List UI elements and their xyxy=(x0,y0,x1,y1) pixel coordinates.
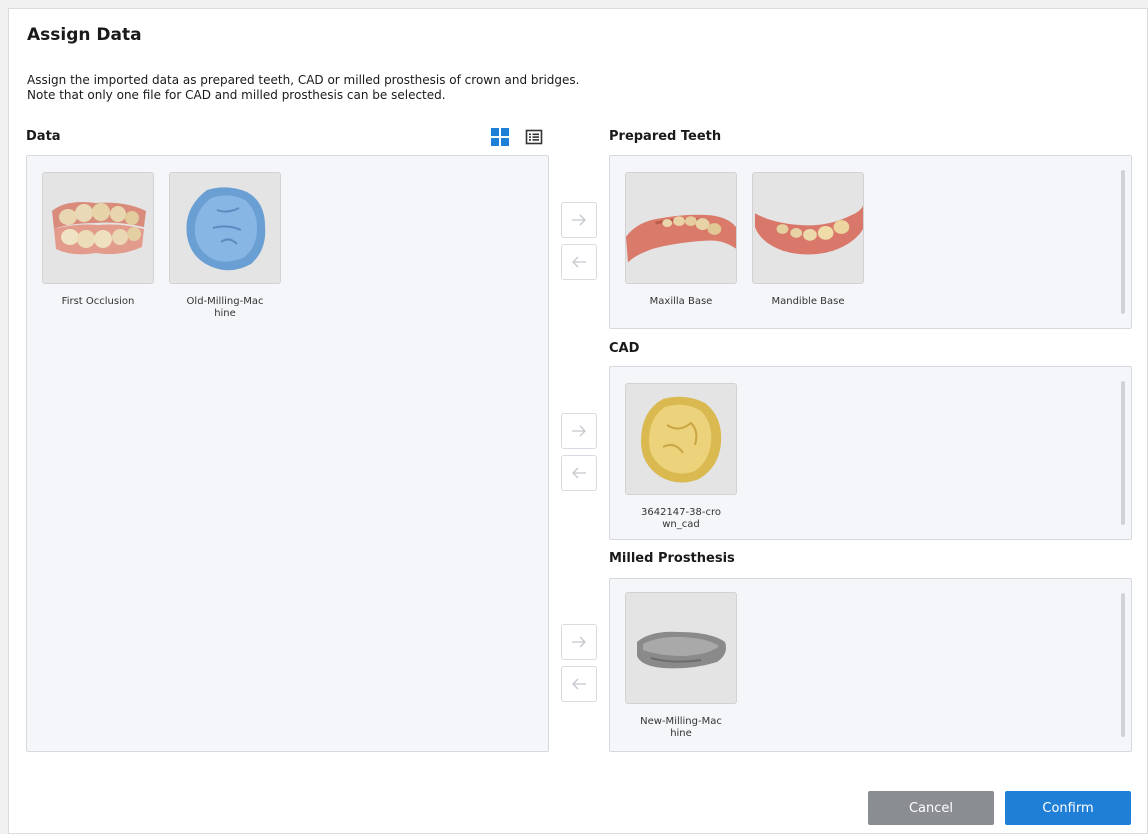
maxilla-scan-icon xyxy=(625,172,737,284)
cad-item-crown-cad[interactable]: 3642147-38-cro wn_cad xyxy=(625,383,739,531)
list-view-icon[interactable] xyxy=(524,127,544,147)
remove-from-prepared-teeth-button[interactable] xyxy=(561,244,597,280)
move-to-prepared-teeth-button[interactable] xyxy=(561,202,597,238)
description-line-1: Assign the imported data as prepared tee… xyxy=(27,73,580,87)
move-to-milled-prosthesis-button[interactable] xyxy=(561,624,597,660)
cad-label: CAD xyxy=(609,341,640,356)
data-section-label: Data xyxy=(26,129,61,144)
prepared-item-label: Mandible Base xyxy=(771,296,845,307)
arrow-left-icon xyxy=(572,467,586,479)
prepared-item-mandible-base[interactable]: Mandible Base xyxy=(752,172,866,308)
move-to-cad-button[interactable] xyxy=(561,413,597,449)
cad-panel[interactable]: 3642147-38-cro wn_cad xyxy=(609,366,1132,540)
data-item-label: First Occlusion xyxy=(61,296,135,307)
data-item-first-occlusion[interactable]: First Occlusion xyxy=(42,172,156,308)
milled-prosthesis-scrollbar[interactable] xyxy=(1121,593,1125,737)
prepared-item-maxilla-base[interactable]: Maxilla Base xyxy=(625,172,739,308)
blue-crown-model-icon xyxy=(169,172,281,284)
arrow-left-icon xyxy=(572,678,586,690)
arrow-right-icon xyxy=(572,425,586,437)
arrow-left-icon xyxy=(572,256,586,268)
milled-item-label: New-Milling-Mac hine xyxy=(640,716,722,739)
mandible-scan-icon xyxy=(752,172,864,284)
prepared-teeth-scrollbar[interactable] xyxy=(1121,170,1125,314)
prepared-item-label: Maxilla Base xyxy=(649,296,713,307)
arrow-right-icon xyxy=(572,214,586,226)
remove-from-cad-button[interactable] xyxy=(561,455,597,491)
milled-prosthesis-label: Milled Prosthesis xyxy=(609,551,735,566)
prepared-teeth-panel[interactable]: Maxilla Base Mandible Base xyxy=(609,155,1132,329)
cad-item-label: 3642147-38-cro wn_cad xyxy=(641,507,721,530)
data-item-old-milling-machine[interactable]: Old-Milling-Mac hine xyxy=(169,172,283,320)
remove-from-milled-prosthesis-button[interactable] xyxy=(561,666,597,702)
yellow-crown-model-icon xyxy=(625,383,737,495)
dialog-description: Assign the imported data as prepared tee… xyxy=(27,73,579,103)
cad-scrollbar[interactable] xyxy=(1121,381,1125,525)
data-item-label: Old-Milling-Mac hine xyxy=(186,296,264,319)
occlusion-model-icon xyxy=(42,172,154,284)
prepared-teeth-label: Prepared Teeth xyxy=(609,129,722,144)
milled-prosthesis-panel[interactable]: New-Milling-Mac hine xyxy=(609,578,1132,752)
description-line-2: Note that only one file for CAD and mill… xyxy=(27,88,446,102)
data-panel[interactable]: First Occlusion Old-Milling-Mac hine xyxy=(26,155,549,752)
confirm-button[interactable]: Confirm xyxy=(1005,791,1131,825)
gray-crown-model-icon xyxy=(625,592,737,704)
grid-view-icon[interactable] xyxy=(490,127,510,147)
arrow-right-icon xyxy=(572,636,586,648)
milled-item-new-milling-machine[interactable]: New-Milling-Mac hine xyxy=(625,592,739,740)
dialog-title: Assign Data xyxy=(27,25,142,45)
view-toggle xyxy=(490,127,544,147)
cancel-button[interactable]: Cancel xyxy=(868,791,994,825)
